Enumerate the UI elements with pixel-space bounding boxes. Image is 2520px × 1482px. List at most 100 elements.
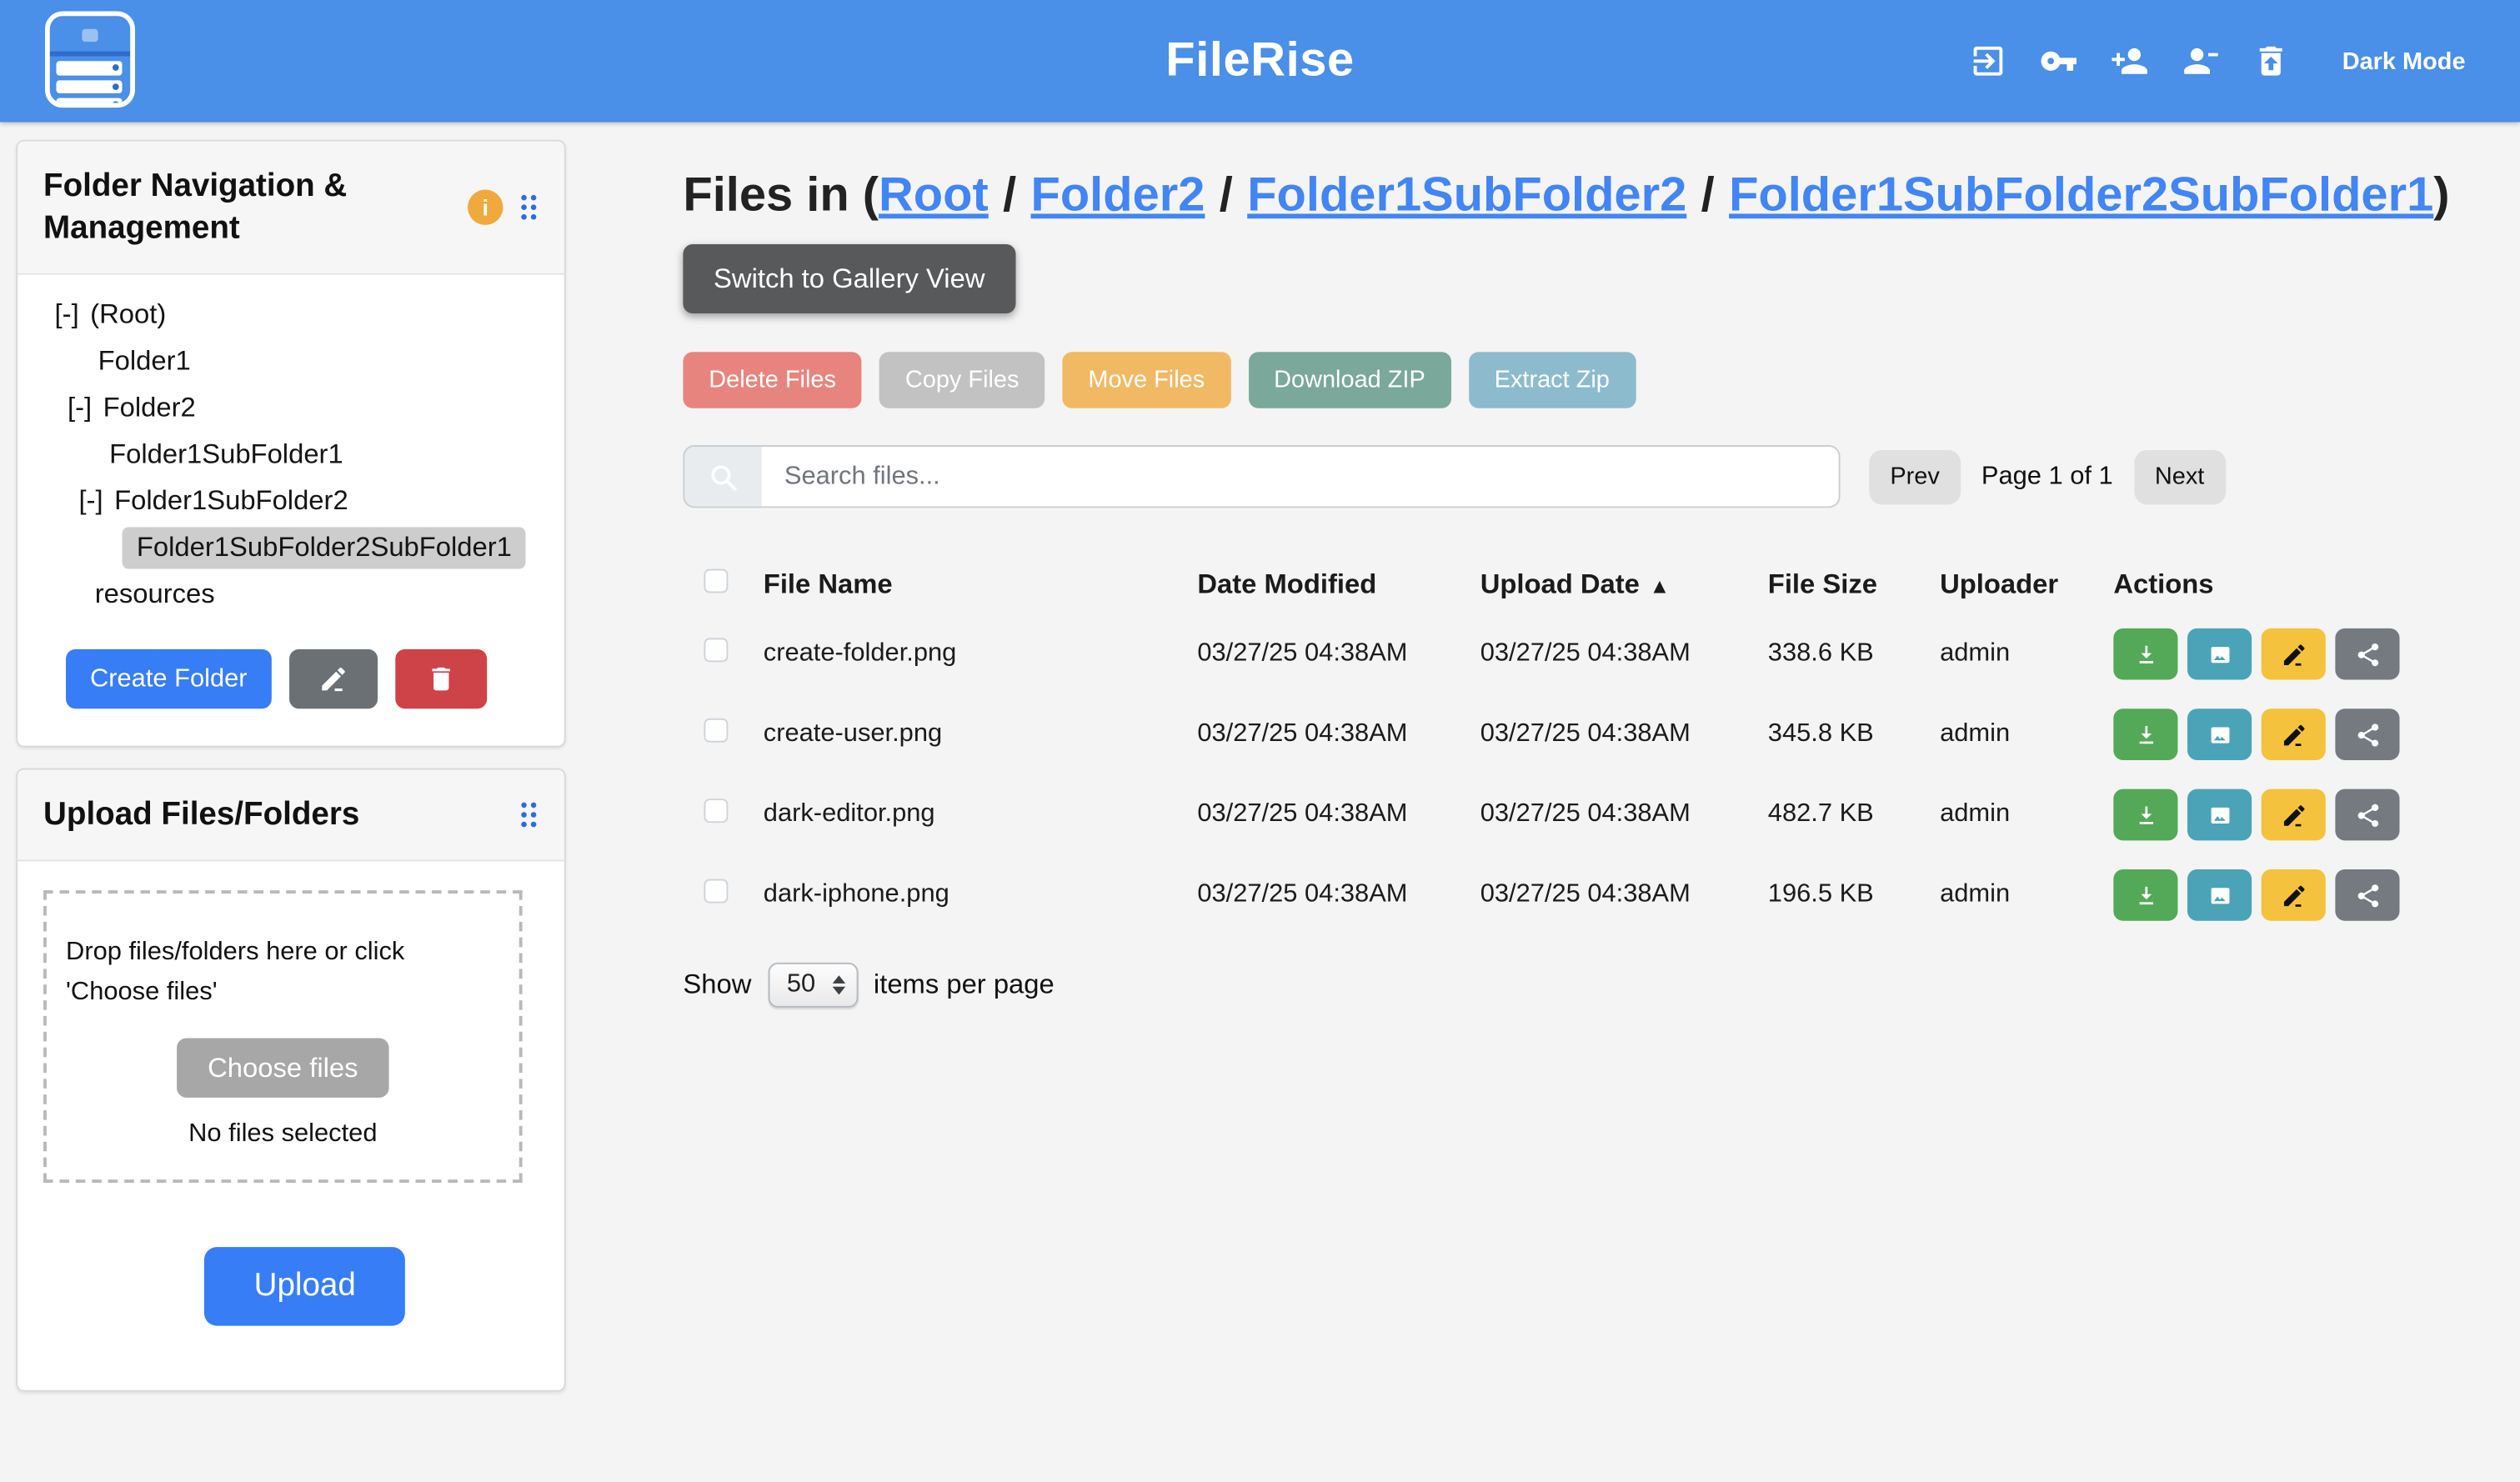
next-page-button[interactable]: Next <box>2134 449 2226 504</box>
tree-item-label[interactable]: Folder1SubFolder2SubFolder1 <box>123 526 527 568</box>
image-icon <box>2206 640 2233 668</box>
cell-upload-date: 03/27/25 04:38AM <box>1480 800 1768 829</box>
tree-item-label[interactable]: Folder1SubFolder2 <box>114 484 348 517</box>
items-per-page-select[interactable]: 50 <box>768 963 858 1008</box>
row-actions <box>2113 708 2467 760</box>
preview-image-button[interactable] <box>2187 869 2252 921</box>
download-icon <box>2132 721 2159 749</box>
breadcrumb-link-folder2[interactable]: Folder2 <box>1031 168 1205 222</box>
rename-button[interactable] <box>2262 708 2326 760</box>
col-upload-date[interactable]: Upload Date▲ <box>1480 569 1768 602</box>
file-dropzone[interactable]: Drop files/folders here or click 'Choose… <box>43 890 523 1183</box>
table-row: create-folder.png 03/27/25 04:38AM 03/27… <box>683 613 2467 693</box>
col-file-name[interactable]: File Name <box>764 569 1198 602</box>
delete-folder-button[interactable] <box>395 649 487 708</box>
collapse-toggle[interactable]: [-] <box>68 391 92 423</box>
person-add-icon[interactable] <box>2111 42 2149 80</box>
person-remove-icon[interactable] <box>2182 42 2220 80</box>
cell-date-modified: 03/27/25 04:38AM <box>1197 881 1480 910</box>
share-button[interactable] <box>2335 628 2399 680</box>
preview-image-button[interactable] <box>2187 708 2252 760</box>
col-file-size[interactable]: File Size <box>1768 569 1940 602</box>
tree-item[interactable]: resources <box>18 570 564 617</box>
copy-files-button[interactable]: Copy Files <box>879 352 1045 408</box>
col-date-modified[interactable]: Date Modified <box>1197 569 1480 602</box>
collapse-toggle[interactable]: [-] <box>78 484 103 517</box>
folder-navigation-panel: Folder Navigation & Management i [-] (Roo… <box>16 140 565 748</box>
share-icon <box>2354 721 2382 749</box>
select-all-checkbox[interactable] <box>704 569 728 593</box>
tree-item-selected[interactable]: Folder1SubFolder2SubFolder1 <box>18 524 564 571</box>
drag-handle-icon[interactable] <box>519 800 539 829</box>
tree-item-label[interactable]: resources <box>95 578 215 610</box>
preview-image-button[interactable] <box>2187 789 2252 841</box>
items-per-page-value: 50 <box>787 971 832 1000</box>
create-folder-button[interactable]: Create Folder <box>66 649 271 708</box>
share-button[interactable] <box>2335 869 2399 921</box>
cell-upload-date: 03/27/25 04:38AM <box>1480 881 1768 910</box>
drag-handle-icon[interactable] <box>519 193 539 222</box>
switch-gallery-view-button[interactable]: Switch to Gallery View <box>683 244 1015 313</box>
trash-restore-icon[interactable] <box>2252 42 2291 80</box>
key-icon[interactable] <box>2040 42 2078 80</box>
tree-item[interactable]: [-] Folder1SubFolder2 <box>18 478 564 524</box>
upload-button[interactable]: Upload <box>204 1247 406 1325</box>
breadcrumb-link-root[interactable]: Root <box>879 168 989 222</box>
info-icon[interactable]: i <box>468 190 503 225</box>
download-button[interactable] <box>2113 869 2177 921</box>
items-per-page-label: items per page <box>874 969 1055 1002</box>
rename-button[interactable] <box>2262 628 2326 680</box>
folder-panel-header: Folder Navigation & Management i <box>18 142 564 275</box>
tree-item[interactable]: [-] Folder2 <box>18 384 564 431</box>
dark-mode-toggle[interactable]: Dark Mode <box>2342 48 2466 75</box>
download-button[interactable] <box>2113 708 2177 760</box>
share-icon <box>2354 640 2382 668</box>
share-button[interactable] <box>2335 789 2399 841</box>
cell-file-name[interactable]: create-folder.png <box>764 639 1198 668</box>
tree-item-label[interactable]: Folder2 <box>103 391 196 423</box>
tree-item[interactable]: Folder1 <box>18 338 564 384</box>
move-files-button[interactable]: Move Files <box>1063 352 1231 408</box>
download-icon <box>2132 640 2159 668</box>
tree-item-label[interactable]: (Root) <box>90 298 166 331</box>
row-checkbox[interactable] <box>704 879 728 904</box>
tree-item-label[interactable]: Folder1 <box>98 345 191 378</box>
cell-file-name[interactable]: create-user.png <box>764 720 1198 749</box>
download-button[interactable] <box>2113 789 2177 841</box>
delete-files-button[interactable]: Delete Files <box>683 352 861 408</box>
breadcrumb: Files in (Root/Folder2/Folder1SubFolder2… <box>683 159 2467 233</box>
row-actions <box>2113 869 2467 921</box>
share-button[interactable] <box>2335 708 2399 760</box>
logo-slot <box>56 98 122 108</box>
row-checkbox[interactable] <box>704 718 728 743</box>
logout-icon[interactable] <box>1969 42 2007 80</box>
rename-button[interactable] <box>2262 869 2326 921</box>
upload-panel-header: Upload Files/Folders <box>18 770 564 862</box>
col-uploader[interactable]: Uploader <box>1940 569 2113 602</box>
image-icon <box>2206 721 2233 749</box>
preview-image-button[interactable] <box>2187 628 2252 680</box>
breadcrumb-link-subfolder2subfolder1[interactable]: Folder1SubFolder2SubFolder1 <box>1729 168 2433 222</box>
search-input[interactable] <box>762 447 1839 506</box>
cell-file-name[interactable]: dark-editor.png <box>764 800 1198 829</box>
collapse-toggle[interactable]: [-] <box>55 298 79 331</box>
rename-folder-button[interactable] <box>289 649 378 708</box>
download-zip-button[interactable]: Download ZIP <box>1248 352 1450 408</box>
cell-file-name[interactable]: dark-iphone.png <box>764 881 1198 910</box>
breadcrumb-link-subfolder2[interactable]: Folder1SubFolder2 <box>1247 168 1686 222</box>
tree-item[interactable]: Folder1SubFolder1 <box>18 431 564 478</box>
prev-page-button[interactable]: Prev <box>1869 449 1961 504</box>
extract-zip-button[interactable]: Extract Zip <box>1469 352 1636 408</box>
image-icon <box>2206 882 2233 909</box>
cell-date-modified: 03/27/25 04:38AM <box>1197 639 1480 668</box>
tree-item-label[interactable]: Folder1SubFolder1 <box>109 438 343 470</box>
choose-files-button[interactable]: Choose files <box>178 1038 389 1097</box>
tree-item-root[interactable]: [-] (Root) <box>18 291 564 338</box>
download-button[interactable] <box>2113 628 2177 680</box>
cell-uploader: admin <box>1940 720 2113 749</box>
row-checkbox[interactable] <box>704 799 728 823</box>
cell-file-size: 338.6 KB <box>1768 639 1940 668</box>
row-checkbox[interactable] <box>704 638 728 662</box>
rename-button[interactable] <box>2262 789 2326 841</box>
app: FileRise Dark Mode Folder Navigation & M… <box>0 0 2520 1482</box>
